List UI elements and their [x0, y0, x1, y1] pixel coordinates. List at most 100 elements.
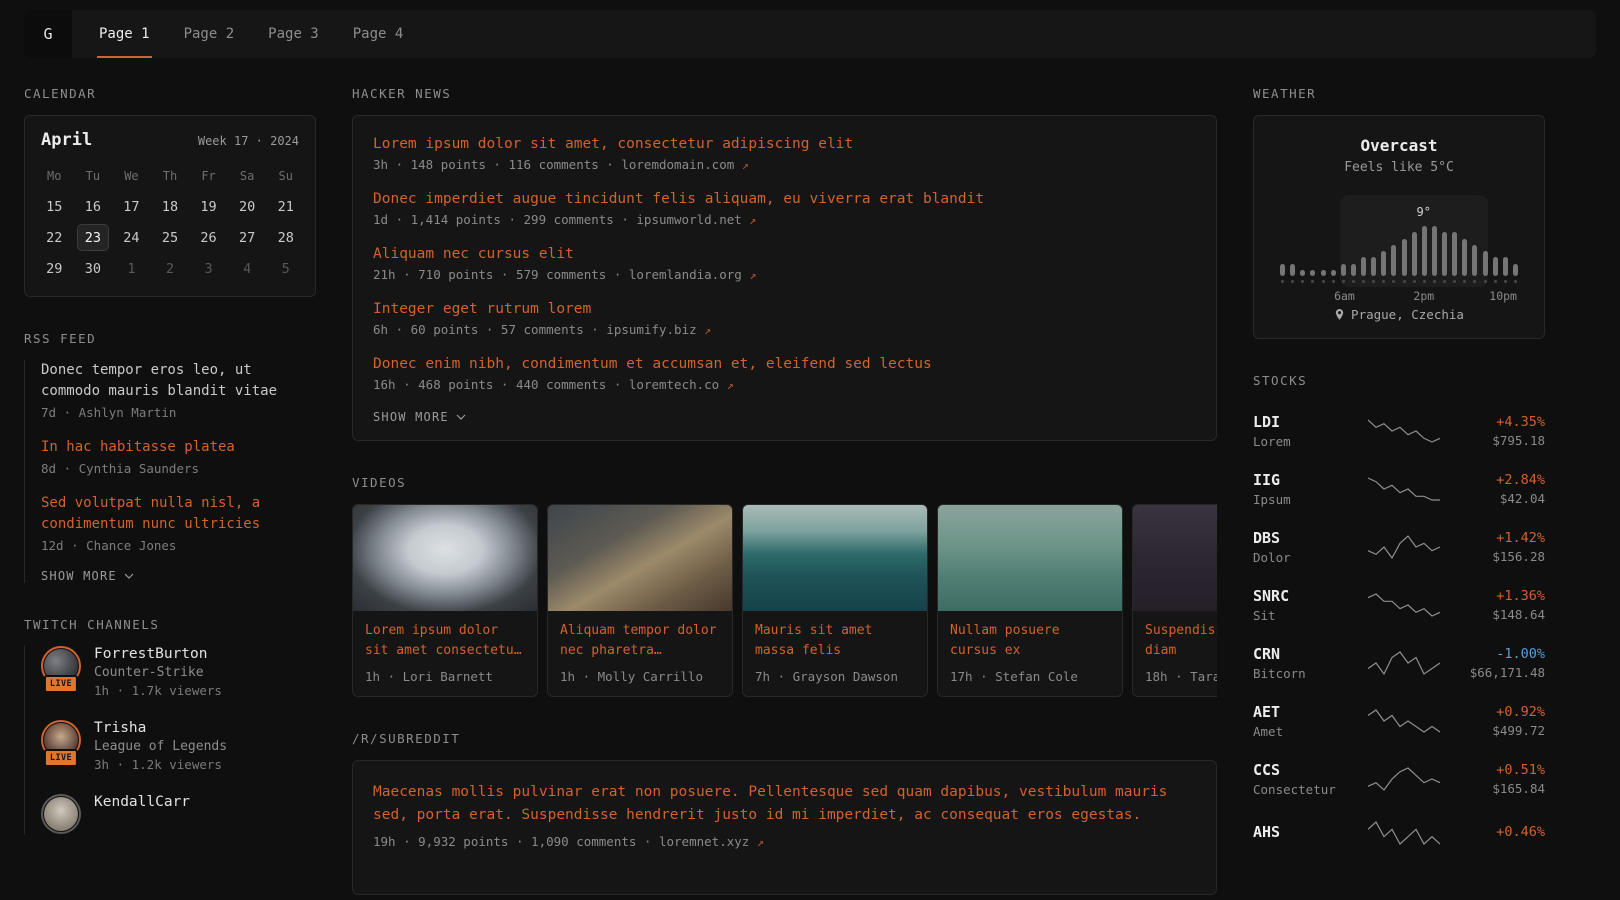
news-domain-link[interactable]: loremlandia.org ↗ [629, 267, 756, 282]
avatar: LIVE [41, 720, 81, 760]
news-show-more-button[interactable]: SHOW MORE [373, 410, 1196, 424]
rss-item-title[interactable]: Donec tempor eros leo, ut commodo mauris… [41, 360, 316, 402]
stock-name: Ipsum [1253, 492, 1349, 507]
stock-price: $156.28 [1459, 549, 1545, 564]
calendar-day-next-month: 2 [151, 253, 190, 284]
tab-page-1[interactable]: Page 1 [82, 10, 167, 58]
stock-row[interactable]: AHS +0.46% [1253, 808, 1545, 858]
dashboard-page: G Page 1 Page 2 Page 3 Page 4 CALENDAR A… [0, 0, 1620, 900]
stock-row[interactable]: AET Amet +0.92% $499.72 [1253, 692, 1545, 750]
video-title[interactable]: Mauris sit amet massa felis [755, 621, 915, 661]
news-item: Donec imperdiet augue tincidunt felis al… [373, 191, 1196, 227]
rss-item-title[interactable]: In hac habitasse platea [41, 437, 316, 458]
video-meta: 7h · Grayson Dawson [755, 669, 915, 684]
video-meta: 1h · Molly Carrillo [560, 669, 720, 684]
reddit-post-meta: 19h · 9,932 points · 1,090 comments · lo… [373, 834, 1196, 849]
stock-ticker: LDI [1253, 413, 1349, 431]
video-thumbnail [938, 505, 1122, 611]
news-meta-text: 6h · 60 points · 57 comments · [373, 322, 599, 337]
news-meta: 3h · 148 points · 116 comments · loremdo… [373, 157, 1196, 172]
news-title[interactable]: Donec imperdiet augue tincidunt felis al… [373, 191, 1196, 207]
stock-ticker: AHS [1253, 823, 1349, 841]
news-title[interactable]: Integer eget rutrum lorem [373, 301, 1196, 317]
news-domain-link[interactable]: loremdomain.com ↗ [621, 157, 748, 172]
videos-row: Lorem ipsum dolor sit amet consectetu… 1… [352, 504, 1217, 697]
calendar-dow: Mo [35, 160, 74, 191]
video-title[interactable]: Nullam posuere cursus ex [950, 621, 1110, 661]
stock-name: Amet [1253, 724, 1349, 739]
stock-name: Lorem [1253, 434, 1349, 449]
twitch-channel-name[interactable]: Trisha [94, 720, 227, 736]
stock-row[interactable]: LDI Lorem +4.35% $795.18 [1253, 402, 1545, 460]
news-domain-link[interactable]: loremtech.co ↗ [629, 377, 734, 392]
calendar-day: 28 [266, 222, 305, 253]
stock-sparkline [1349, 417, 1459, 445]
calendar-grid: Mo Tu We Th Fr Sa Su 15 16 17 18 19 20 2… [25, 158, 315, 296]
video-card[interactable]: Aliquam tempor dolor nec pharetra… 1h · … [547, 504, 733, 697]
rss-show-more-button[interactable]: SHOW MORE [41, 569, 316, 583]
video-card[interactable]: Lorem ipsum dolor sit amet consectetu… 1… [352, 504, 538, 697]
rss-widget: RSS FEED Donec tempor eros leo, ut commo… [24, 331, 316, 583]
twitch-channel-meta: 1h · 1.7k viewers [94, 683, 222, 698]
external-link-icon: ↗ [704, 323, 711, 337]
news-domain: loremlandia.org [629, 267, 742, 282]
video-card[interactable]: Nullam posuere cursus ex 17h · Stefan Co… [937, 504, 1123, 697]
stock-price: $499.72 [1459, 723, 1545, 738]
video-title[interactable]: Aliquam tempor dolor nec pharetra… [560, 621, 720, 661]
news-domain: loremtech.co [629, 377, 719, 392]
tab-page-2[interactable]: Page 2 [167, 10, 252, 58]
stock-row[interactable]: SNRC Sit +1.36% $148.64 [1253, 576, 1545, 634]
twitch-channel[interactable]: LIVE ForrestBurton Counter-Strike 1h · 1… [41, 646, 316, 698]
stock-change: +2.84% [1459, 472, 1545, 488]
stock-row[interactable]: IIG Ipsum +2.84% $42.04 [1253, 460, 1545, 518]
stock-row[interactable]: CRN Bitcorn -1.00% $66,171.48 [1253, 634, 1545, 692]
video-title[interactable]: Suspendisse aliquam diam [1145, 621, 1217, 661]
calendar-day-next-month: 1 [112, 253, 151, 284]
video-body: Lorem ipsum dolor sit amet consectetu… 1… [353, 611, 537, 696]
stock-name: Sit [1253, 608, 1349, 623]
tab-page-4[interactable]: Page 4 [336, 10, 421, 58]
rss-item-title[interactable]: Sed volutpat nulla nisl, a condimentum n… [41, 493, 316, 535]
news-meta-text: 16h · 468 points · 440 comments · [373, 377, 621, 392]
external-link-icon: ↗ [757, 835, 764, 849]
calendar-dow: Sa [228, 160, 267, 191]
twitch-channel-game: League of Legends [94, 739, 227, 754]
twitch-channel-name[interactable]: ForrestBurton [94, 646, 222, 662]
video-card[interactable]: Mauris sit amet massa felis 7h · Grayson… [742, 504, 928, 697]
stock-sparkline [1349, 533, 1459, 561]
stock-row[interactable]: DBS Dolor +1.42% $156.28 [1253, 518, 1545, 576]
twitch-channel[interactable]: KendallCarr [41, 794, 316, 834]
twitch-channel-name[interactable]: KendallCarr [94, 794, 190, 810]
twitch-channel-info: KendallCarr [94, 794, 190, 813]
news-domain-link[interactable]: ipsumworld.net ↗ [636, 212, 756, 227]
stock-row[interactable]: CCS Consectetur +0.51% $165.84 [1253, 750, 1545, 808]
stock-values: -1.00% $66,171.48 [1459, 646, 1545, 680]
video-card[interactable]: Suspendisse aliquam diam 18h · Tara [1132, 504, 1217, 697]
reddit-domain: loremnet.xyz [659, 834, 749, 849]
reddit-post: Maecenas mollis pulvinar erat non posuer… [373, 781, 1196, 849]
rss-section-title: RSS FEED [24, 331, 316, 346]
calendar-day: 27 [228, 222, 267, 253]
video-title[interactable]: Lorem ipsum dolor sit amet consectetu… [365, 621, 525, 661]
video-meta: 17h · Stefan Cole [950, 669, 1110, 684]
stock-info: IIG Ipsum [1253, 471, 1349, 507]
calendar-dow: We [112, 160, 151, 191]
weather-location: Prague, Czechia [1351, 307, 1464, 322]
reddit-post-title[interactable]: Maecenas mollis pulvinar erat non posuer… [373, 781, 1196, 827]
app-logo[interactable]: G [24, 10, 72, 58]
news-title[interactable]: Donec enim nibh, condimentum et accumsan… [373, 356, 1196, 372]
reddit-domain-link[interactable]: loremnet.xyz ↗ [659, 834, 764, 849]
calendar-header: April Week 17 · 2024 [25, 116, 315, 158]
rss-item-meta: 8d · Cynthia Saunders [41, 461, 316, 476]
hacker-news-section-title: HACKER NEWS [352, 86, 1217, 101]
news-title[interactable]: Lorem ipsum dolor sit amet, consectetur … [373, 136, 1196, 152]
twitch-channel-game: Counter-Strike [94, 665, 222, 680]
news-domain-link[interactable]: ipsumify.biz ↗ [606, 322, 711, 337]
middle-column: HACKER NEWS Lorem ipsum dolor sit amet, … [352, 86, 1217, 895]
tab-page-3[interactable]: Page 3 [251, 10, 336, 58]
stock-price: $148.64 [1459, 607, 1545, 622]
stock-ticker: CRN [1253, 645, 1349, 663]
news-title[interactable]: Aliquam nec cursus elit [373, 246, 1196, 262]
twitch-channel[interactable]: LIVE Trisha League of Legends 3h · 1.2k … [41, 720, 316, 772]
weather-location-row: Prague, Czechia [1272, 307, 1526, 322]
